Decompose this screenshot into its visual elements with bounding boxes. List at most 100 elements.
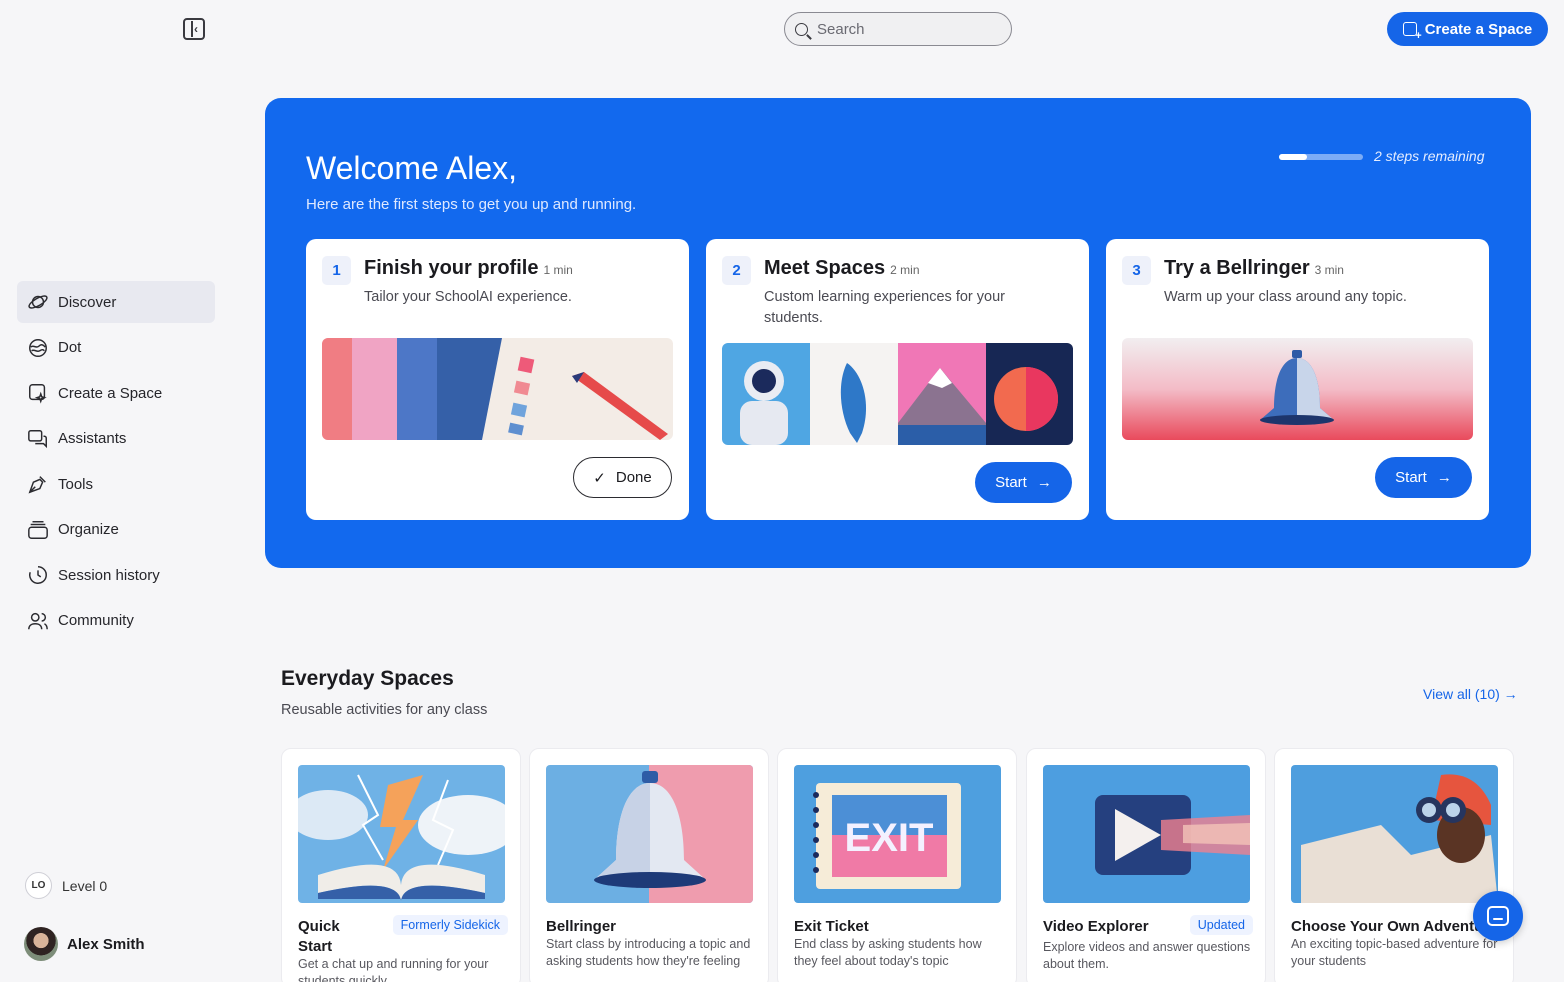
stack-icon bbox=[27, 519, 49, 541]
steps-remaining: 2 steps remaining bbox=[1374, 148, 1485, 164]
chat-icon bbox=[1487, 906, 1509, 926]
chat-bubbles-icon bbox=[27, 428, 49, 450]
sidebar-item-organize[interactable]: Organize bbox=[17, 509, 215, 551]
page-title: Welcome Alex, bbox=[306, 150, 518, 186]
user-profile[interactable]: Alex Smith bbox=[24, 927, 145, 961]
sidebar-item-label: Assistants bbox=[58, 430, 127, 447]
planet-icon bbox=[27, 291, 49, 313]
arrow-right-icon: → bbox=[1436, 469, 1452, 486]
space-card-video-explorer[interactable]: Video Explorer Updated Explore videos an… bbox=[1026, 748, 1266, 982]
step-number: 1 bbox=[322, 256, 351, 285]
sidebar-item-tools[interactable]: Tools bbox=[17, 463, 215, 505]
step-number: 2 bbox=[722, 256, 751, 285]
avatar bbox=[24, 927, 58, 961]
space-description: Get a chat up and running for your stude… bbox=[298, 957, 489, 982]
dot-icon bbox=[27, 337, 49, 359]
people-icon bbox=[27, 610, 49, 632]
step-title-text: Meet Spaces bbox=[764, 257, 886, 279]
start-bellringer-button[interactable]: Start → bbox=[1375, 457, 1472, 498]
space-card-adventure[interactable]: Choose Your Own Adventure An exciting to… bbox=[1274, 748, 1514, 982]
search-bar[interactable] bbox=[784, 12, 1012, 46]
step-title-text: Try a Bellringer bbox=[1164, 257, 1310, 279]
space-description: An exciting topic-based adventure for yo… bbox=[1291, 937, 1498, 968]
sidebar-item-create-space[interactable]: Create a Space bbox=[17, 372, 215, 414]
start-label: Start bbox=[995, 474, 1027, 491]
step-description: Tailor your SchoolAI experience. bbox=[364, 289, 572, 305]
level-badge: LO bbox=[25, 872, 52, 899]
spaces-illustration bbox=[722, 343, 1073, 445]
step-time: 3 min bbox=[1314, 263, 1344, 277]
history-clock-icon bbox=[27, 564, 49, 586]
sidebar-item-assistants[interactable]: Assistants bbox=[17, 418, 215, 460]
formerly-sidekick-badge: Formerly Sidekick bbox=[392, 915, 508, 935]
step-title: Try a Bellringer 3 min bbox=[1164, 257, 1344, 280]
space-card-bellringer[interactable]: Bellringer Start class by introducing a … bbox=[529, 748, 769, 982]
sidebar-item-label: Dot bbox=[58, 339, 82, 356]
space-title: Quick Start bbox=[298, 918, 340, 955]
video-explorer-image bbox=[1043, 765, 1250, 903]
exit-image-text: EXIT bbox=[845, 816, 934, 860]
step-description: Custom learning experiences for your stu… bbox=[764, 289, 1005, 326]
start-spaces-button[interactable]: Start → bbox=[975, 462, 1072, 503]
space-description: Explore videos and answer questions abou… bbox=[1043, 940, 1251, 971]
sidebar-item-label: Session history bbox=[58, 566, 160, 584]
step-card-spaces: 2 Meet Spaces 2 min Custom learning exper… bbox=[706, 239, 1089, 520]
step-title: Finish your profile 1 min bbox=[364, 257, 573, 280]
space-description: Start class by introducing a topic and a… bbox=[546, 937, 751, 968]
sidebar-item-session-history[interactable]: Session history bbox=[17, 554, 215, 596]
support-chat-button[interactable] bbox=[1473, 891, 1523, 941]
sidebar-item-label: Organize bbox=[58, 521, 119, 538]
start-label: Start bbox=[1395, 469, 1427, 486]
adventure-image bbox=[1291, 765, 1498, 903]
space-title: Video Explorer bbox=[1043, 918, 1149, 935]
done-button[interactable]: ✓ Done bbox=[573, 457, 672, 498]
search-input[interactable] bbox=[817, 20, 997, 38]
create-space-icon bbox=[1402, 22, 1422, 42]
step-description: Warm up your class around any topic. bbox=[1164, 289, 1407, 305]
sidebar-item-label: Tools bbox=[58, 475, 94, 493]
level-label: Level 0 bbox=[62, 877, 108, 894]
step-title-text: Finish your profile bbox=[364, 257, 539, 279]
progress-fill bbox=[1279, 154, 1307, 160]
space-title: Choose Your Own Adventure bbox=[1291, 918, 1498, 935]
pen-tool-icon bbox=[27, 473, 49, 495]
space-title: Bellringer bbox=[546, 918, 617, 935]
sidebar-item-discover[interactable]: Discover bbox=[17, 281, 215, 323]
sidebar-item-community[interactable]: Community bbox=[17, 600, 215, 642]
arrow-right-icon: → bbox=[1036, 474, 1052, 491]
profile-illustration bbox=[322, 338, 673, 440]
step-card-profile: 1 Finish your profile 1 min Tailor your S… bbox=[306, 239, 689, 520]
sidebar-item-label: Community bbox=[58, 612, 134, 629]
sidebar-nav: Discover Dot Create a Space Assistants T… bbox=[17, 281, 215, 645]
sidebar-item-dot[interactable]: Dot bbox=[17, 327, 215, 369]
quick-start-image bbox=[298, 765, 505, 903]
onboarding-progress bbox=[1279, 154, 1363, 160]
step-time: 2 min bbox=[890, 263, 920, 277]
check-icon: ✓ bbox=[593, 469, 606, 487]
step-title: Meet Spaces 2 min bbox=[764, 257, 920, 280]
create-space-button[interactable]: Create a Space bbox=[1387, 12, 1548, 46]
step-card-bellringer: 3 Try a Bellringer 3 min Warm up your cla… bbox=[1106, 239, 1489, 520]
space-card-exit-ticket[interactable]: EXIT Exit Ticket End class by asking stu… bbox=[777, 748, 1017, 982]
sidebar-collapse-button[interactable]: ‹ bbox=[183, 18, 205, 40]
user-level[interactable]: LO Level 0 bbox=[25, 872, 107, 899]
space-description: End class by asking students how they fe… bbox=[794, 937, 982, 968]
create-space-label: Create a Space bbox=[1424, 20, 1533, 38]
done-label: Done bbox=[615, 469, 652, 486]
create-space-icon bbox=[27, 382, 49, 404]
section-title: Everyday Spaces bbox=[281, 667, 454, 690]
bellringer-image bbox=[546, 765, 753, 903]
hero-subtitle: Here are the first steps to get you up a… bbox=[306, 196, 637, 213]
updated-badge: Updated bbox=[1189, 915, 1253, 935]
space-title: Exit Ticket bbox=[794, 918, 869, 935]
space-card-quick-start[interactable]: Quick Start Formerly Sidekick Get a chat… bbox=[281, 748, 521, 982]
chevron-left-icon: ‹ bbox=[194, 22, 198, 36]
user-name: Alex Smith bbox=[67, 935, 145, 953]
welcome-hero: Welcome Alex, Here are the first steps t… bbox=[265, 98, 1531, 568]
section-subtitle: Reusable activities for any class bbox=[281, 702, 488, 718]
exit-ticket-image: EXIT bbox=[794, 765, 1001, 903]
search-icon bbox=[795, 22, 808, 36]
view-all-link[interactable]: View all (10) → bbox=[1423, 686, 1518, 702]
sidebar-item-label: Create a Space bbox=[58, 384, 163, 402]
step-time: 1 min bbox=[543, 263, 573, 277]
